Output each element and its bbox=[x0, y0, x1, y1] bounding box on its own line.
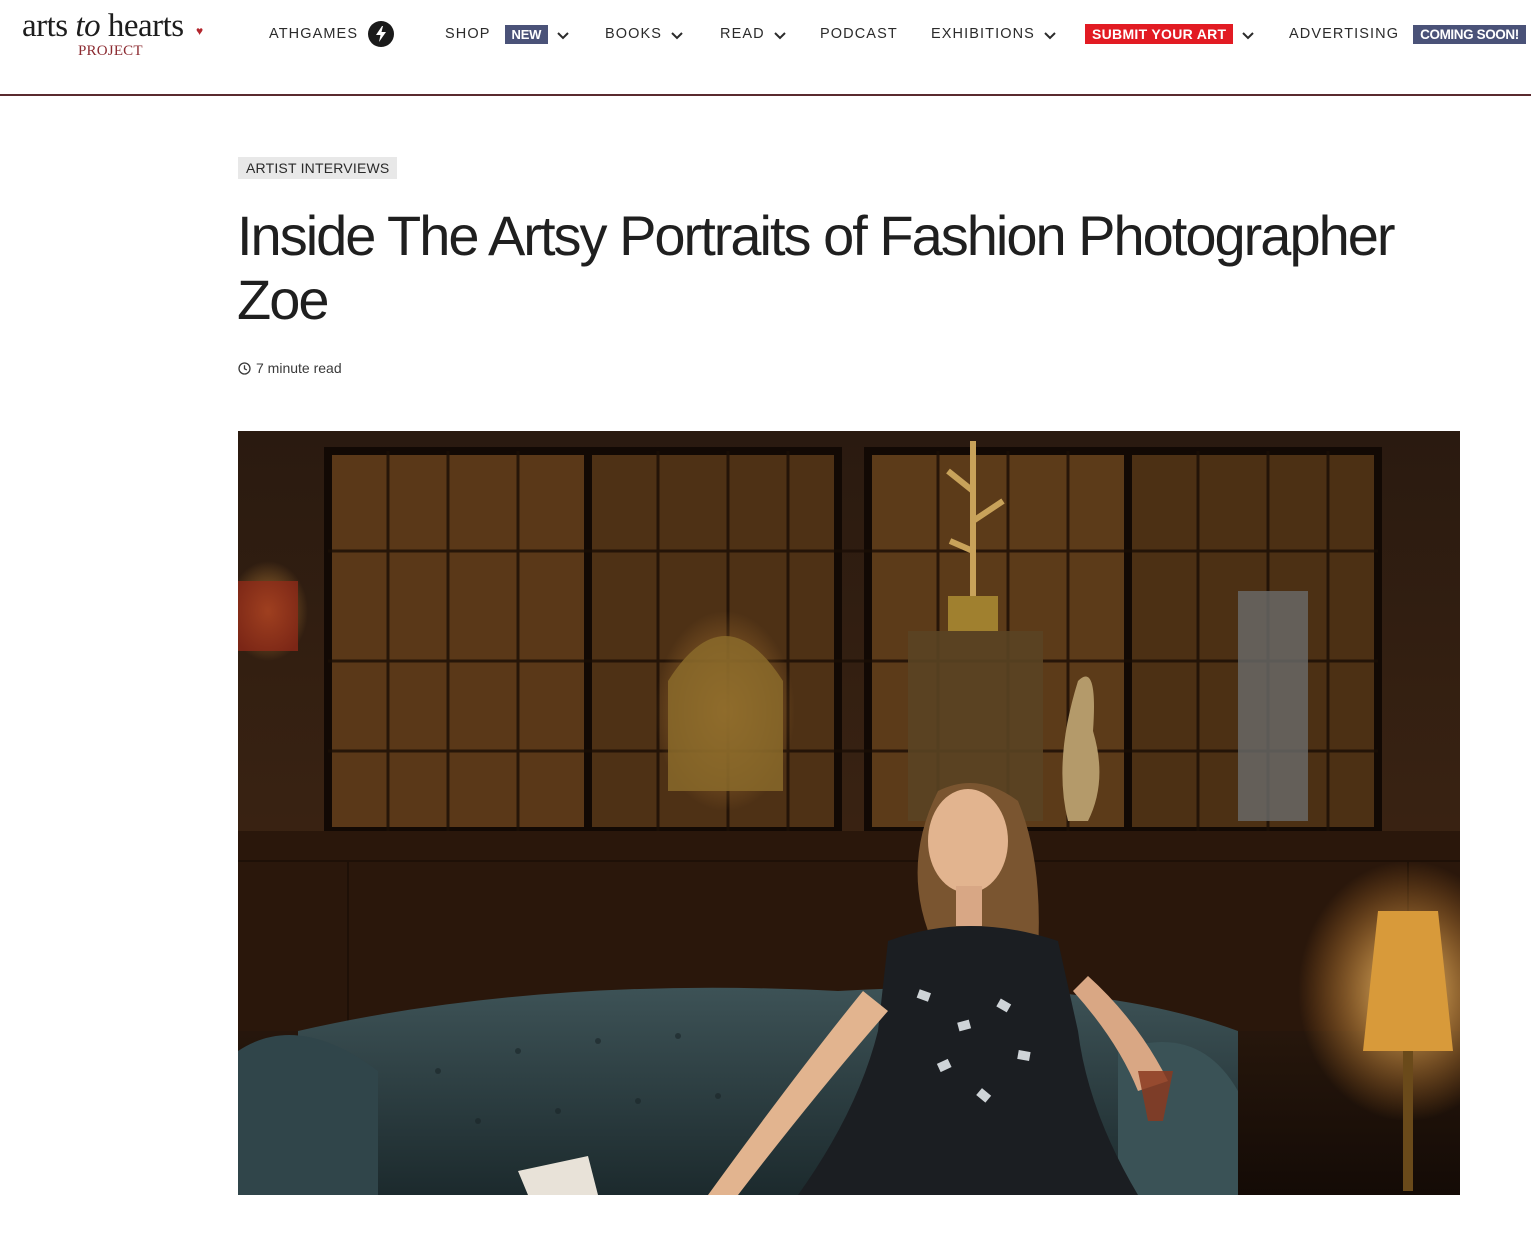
nav-shop[interactable]: SHOP NEW bbox=[445, 23, 570, 45]
site-header: arts to hearts ♥ PROJECT ATHGAMES SHOP N… bbox=[0, 0, 1531, 96]
nav-shop-label: SHOP bbox=[445, 26, 491, 42]
submit-your-art-label: SUBMIT YOUR ART bbox=[1085, 24, 1234, 44]
article-title: Inside The Artsy Portraits of Fashion Ph… bbox=[237, 204, 1396, 331]
nav-podcast[interactable]: PODCAST bbox=[820, 23, 898, 45]
chevron-down-icon bbox=[557, 32, 569, 40]
nav-read[interactable]: READ bbox=[720, 23, 787, 45]
nav-advertising[interactable]: ADVERTISING COMING SOON! bbox=[1289, 23, 1526, 45]
clock-icon bbox=[238, 361, 251, 375]
chevron-down-icon bbox=[671, 32, 683, 40]
nav-exhibitions-label: EXHIBITIONS bbox=[931, 26, 1035, 42]
site-logo[interactable]: arts to hearts ♥ PROJECT bbox=[22, 8, 222, 68]
logo-wordmark: arts to hearts bbox=[22, 8, 184, 44]
nav-podcast-label: PODCAST bbox=[820, 26, 898, 42]
chevron-down-icon bbox=[1242, 32, 1255, 40]
nav-athgames[interactable]: ATHGAMES bbox=[269, 21, 395, 47]
logo-subtitle: PROJECT bbox=[78, 43, 143, 59]
read-time-label: 7 minute read bbox=[256, 360, 342, 376]
chevron-down-icon bbox=[1044, 32, 1056, 40]
hero-photo bbox=[238, 431, 1460, 1195]
chevron-down-icon bbox=[773, 32, 786, 40]
nav-exhibitions[interactable]: EXHIBITIONS bbox=[931, 23, 1057, 45]
nav-advertising-label: ADVERTISING bbox=[1289, 26, 1400, 42]
bolt-icon bbox=[368, 21, 395, 47]
new-badge: NEW bbox=[504, 24, 549, 44]
coming-soon-badge: COMING SOON! bbox=[1413, 24, 1526, 44]
read-time: 7 minute read bbox=[238, 360, 342, 376]
nav-athgames-label: ATHGAMES bbox=[269, 26, 359, 42]
nav-read-label: READ bbox=[720, 26, 765, 42]
category-tag[interactable]: ARTIST INTERVIEWS bbox=[238, 157, 398, 179]
nav-submit-your-art[interactable]: SUBMIT YOUR ART bbox=[1085, 23, 1255, 45]
heart-icon: ♥ bbox=[196, 24, 204, 38]
hero-image bbox=[238, 431, 1460, 1195]
nav-books-label: BOOKS bbox=[605, 26, 663, 42]
nav-books[interactable]: BOOKS bbox=[605, 23, 684, 45]
